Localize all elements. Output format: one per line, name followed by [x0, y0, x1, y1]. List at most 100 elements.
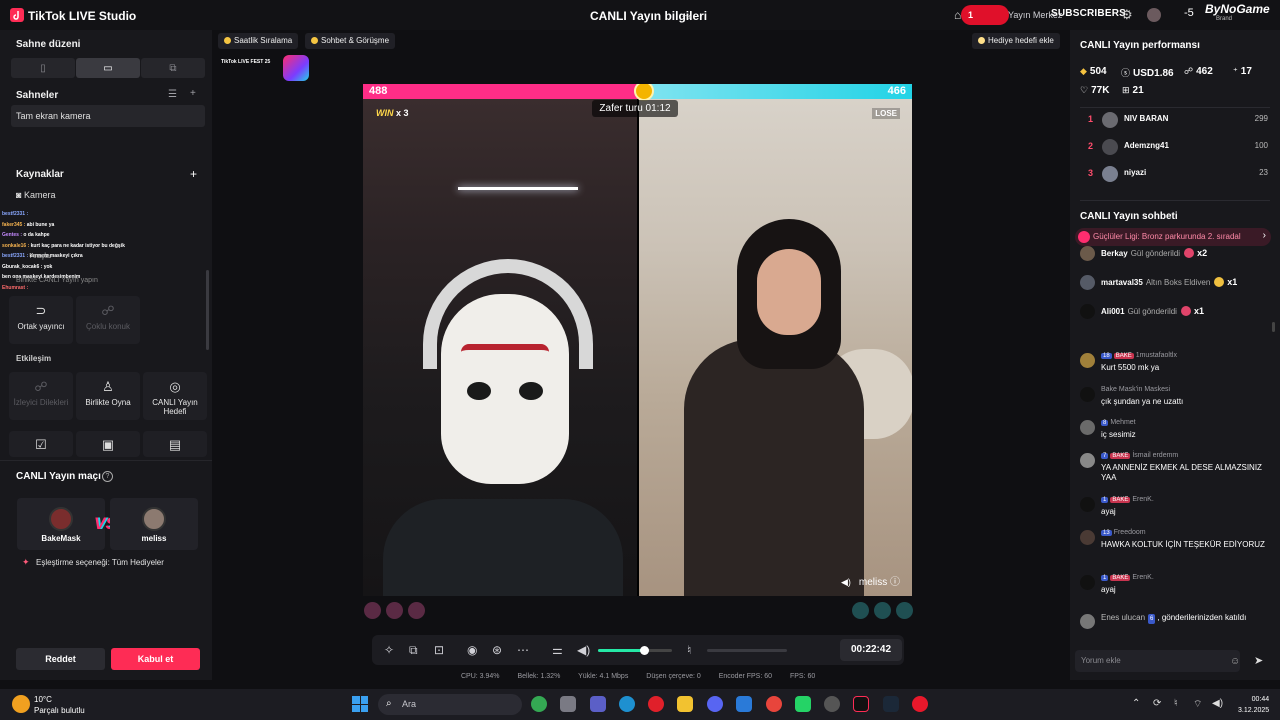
notification-pill[interactable]: 1: [961, 5, 1009, 25]
windows-start-icon[interactable]: [352, 696, 368, 712]
avatar[interactable]: [1080, 575, 1095, 590]
layout-custom-button[interactable]: ⧉: [141, 58, 205, 78]
chat-scrollbar[interactable]: [1272, 322, 1275, 332]
gear-icon[interactable]: ⚙: [1121, 7, 1133, 23]
chat-username[interactable]: Bake Mask'in Maskesi: [1101, 386, 1170, 393]
team-seat-icon[interactable]: [408, 602, 425, 619]
emoji-icon[interactable]: ☺: [1230, 656, 1240, 667]
gift-row[interactable]: Ali001 Gül gönderildi x1: [1080, 302, 1270, 320]
chat-username[interactable]: Mehmet: [1110, 419, 1135, 426]
volume-slider[interactable]: [598, 646, 672, 655]
camera-switch-icon[interactable]: ⊛: [492, 643, 502, 657]
gift-row[interactable]: martaval35 Altın Boks Eldiven x1: [1080, 273, 1270, 291]
source-camera[interactable]: ◙ Kamera: [16, 190, 55, 200]
minimize-value[interactable]: -5: [1184, 7, 1194, 19]
teams-icon[interactable]: [590, 696, 606, 712]
effects-icon[interactable]: ✧: [384, 643, 394, 657]
accept-button[interactable]: Kabul et: [111, 648, 200, 670]
team-seat-icon[interactable]: [852, 602, 869, 619]
chat-call-chip[interactable]: Sohbet & Görüşme: [305, 33, 396, 49]
capture-icon[interactable]: ⧉: [409, 643, 418, 658]
media-icon[interactable]: [912, 696, 928, 712]
gift-goal-chip[interactable]: Hediye hedefi ekle: [972, 33, 1060, 49]
avatar[interactable]: [1080, 387, 1095, 402]
subscribers-button[interactable]: SUBSCRIBERS: [1051, 8, 1126, 19]
avatar[interactable]: [1147, 8, 1161, 22]
hourly-ranking-chip[interactable]: Saatlik Sıralama: [218, 33, 299, 49]
opponent-name-tag[interactable]: meliss ⓘ: [859, 573, 900, 588]
chat-username[interactable]: Enes ulucan: [1101, 613, 1145, 622]
left-scrollbar[interactable]: [206, 270, 209, 350]
layout-icon[interactable]: ⊡: [434, 643, 444, 657]
volume-knob[interactable]: [640, 646, 649, 655]
avatar[interactable]: [1080, 453, 1095, 468]
taskbar-search[interactable]: ⌕ Ara: [378, 694, 522, 715]
scene-item[interactable]: Tam ekran kamera: [11, 105, 205, 127]
add-scene-icon[interactable]: +: [190, 88, 196, 99]
mic-tray-icon[interactable]: ♮: [1174, 698, 1178, 709]
chat-username[interactable]: Freedoom: [1114, 529, 1146, 536]
reject-button[interactable]: Reddet: [16, 648, 105, 670]
sync-icon[interactable]: ⟳: [1153, 698, 1161, 709]
gift-icon: ⊞: [1122, 85, 1130, 95]
send-icon[interactable]: ➤: [1254, 654, 1263, 667]
ranking-row[interactable]: 3 niyazi 23: [1080, 164, 1268, 184]
volume-tray-icon[interactable]: ◀): [1212, 698, 1223, 709]
gift-row[interactable]: Berkay Gül gönderildi x2: [1080, 244, 1270, 262]
mic-icon[interactable]: ♮: [687, 643, 691, 657]
layout-landscape-button[interactable]: ▭: [76, 58, 140, 78]
tool-tile[interactable]: ☑: [9, 431, 73, 457]
mail-icon[interactable]: [736, 696, 752, 712]
opera-icon[interactable]: [648, 696, 664, 712]
ranking-row[interactable]: 2 Ademzng41 100: [1080, 137, 1268, 157]
more-icon[interactable]: ⋯: [517, 643, 529, 657]
discord-icon[interactable]: [707, 696, 723, 712]
chevron-right-icon[interactable]: ›: [1263, 230, 1266, 241]
tile-link[interactable]: ⊃ Ortak yayıncı: [9, 296, 73, 344]
explorer-icon[interactable]: [677, 696, 693, 712]
tiktok-studio-icon[interactable]: [853, 696, 869, 712]
add-source-icon[interactable]: +: [190, 167, 197, 181]
tool-tile[interactable]: ▤: [143, 431, 207, 457]
tool-tile[interactable]: ▣: [76, 431, 140, 457]
wifi-icon[interactable]: ⌔: [1193, 698, 1202, 711]
share-icon[interactable]: ⤳: [682, 9, 692, 24]
mixer-icon[interactable]: ⚌: [552, 643, 563, 657]
team-seat-icon[interactable]: [386, 602, 403, 619]
layout-portrait-button[interactable]: ▯: [11, 58, 75, 78]
store-icon[interactable]: [560, 696, 576, 712]
avatar[interactable]: [1080, 420, 1095, 435]
help-icon[interactable]: ?: [102, 471, 113, 482]
volume-icon[interactable]: ◀): [577, 643, 590, 657]
team-seat-icon[interactable]: [896, 602, 913, 619]
edge-icon[interactable]: [619, 696, 635, 712]
avatar[interactable]: [1080, 353, 1095, 368]
clock[interactable]: 00:44 3.12.2025: [1238, 694, 1269, 716]
chat-username[interactable]: ErenK.: [1132, 574, 1153, 581]
tile-play-together[interactable]: ♙ Birlikte Oyna: [76, 372, 140, 420]
chat-username[interactable]: 1mustafaoltlx: [1136, 352, 1177, 359]
comment-input[interactable]: Yorum ekle: [1075, 650, 1240, 672]
list-icon[interactable]: ☰: [168, 89, 177, 100]
app-icon[interactable]: [824, 696, 840, 712]
team-seat-icon[interactable]: [874, 602, 891, 619]
avatar[interactable]: [1080, 530, 1095, 545]
mic-level[interactable]: [707, 649, 787, 652]
mask-eye: [467, 382, 491, 400]
avatar[interactable]: [1080, 497, 1095, 512]
chat-username[interactable]: İsmail erdemm: [1132, 452, 1178, 459]
record-icon[interactable]: ◉: [467, 643, 477, 657]
avatar[interactable]: [1080, 614, 1095, 629]
chrome-alt-icon[interactable]: [766, 696, 782, 712]
weather-icon[interactable]: [12, 695, 30, 713]
chrome-icon[interactable]: [531, 696, 547, 712]
whatsapp-icon[interactable]: [795, 696, 811, 712]
chevron-up-icon[interactable]: ⌃: [1132, 698, 1140, 709]
speaker-icon[interactable]: ◀): [841, 577, 851, 588]
steam-icon[interactable]: [883, 696, 899, 712]
weather-widget[interactable]: 10°C Parçalı bulutlu: [34, 694, 85, 716]
ranking-row[interactable]: 1 NIV BARAN 299: [1080, 110, 1268, 130]
tile-goal[interactable]: ◎ CANLI Yayın Hedefi: [143, 372, 207, 420]
chat-username[interactable]: ErenK.: [1132, 496, 1153, 503]
team-seat-icon[interactable]: [364, 602, 381, 619]
